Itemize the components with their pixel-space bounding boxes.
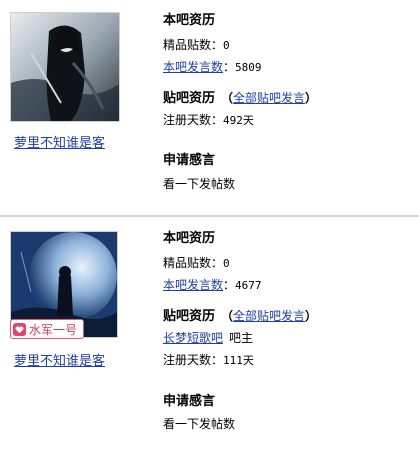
post-count-colon: ： (223, 278, 236, 292)
all-posts-link[interactable]: 全部贴吧发言 (233, 309, 305, 323)
applicant-card: 萝里不知谁是客 本吧资历 精品贴数：0 本吧发言数：5809 贴吧资历 （全部贴吧… (0, 0, 419, 214)
elite-count-label: 精品贴数： (163, 38, 224, 52)
avatar-image (11, 13, 119, 121)
post-count-value: 5809 (235, 61, 262, 74)
elite-count-label: 精品贴数： (163, 256, 224, 270)
apply-text: 看一下发帖数 (163, 177, 236, 191)
divider (0, 215, 419, 217)
apply-title: 申请感言 (163, 394, 216, 409)
reg-days-row: 注册天数：492天 (163, 112, 254, 129)
paren-close: ） (305, 91, 318, 105)
paren-open: （ (221, 91, 234, 105)
post-count-link[interactable]: 本吧发言数 (163, 60, 223, 74)
bar-role-row: 长梦短歌吧 吧主 (163, 330, 253, 346)
tieba-history-row: 贴吧资历 （全部贴吧发言） (163, 90, 317, 107)
badge-text: 水军一号 (29, 322, 78, 337)
elite-count-row: 精品贴数：0 (163, 37, 230, 54)
reg-days-value: 111天 (223, 354, 254, 367)
applicant-card: 水军一号 萝里不知谁是客 本吧资历 精品贴数：0 本吧发言数：4677 贴吧资历… (0, 218, 419, 454)
username-link[interactable]: 萝里不知谁是客 (14, 132, 105, 151)
reg-days-row: 注册天数：111天 (163, 352, 254, 369)
reg-days-value: 492天 (223, 114, 254, 127)
reg-days-label: 注册天数： (163, 353, 224, 367)
level-badge: 水军一号 (10, 319, 85, 339)
paren-open: （ (221, 309, 234, 323)
all-posts-link[interactable]: 全部贴吧发言 (233, 91, 305, 105)
avatar[interactable] (10, 12, 120, 122)
username-link[interactable]: 萝里不知谁是客 (14, 350, 105, 369)
post-count-value: 4677 (235, 279, 262, 292)
local-history-title: 本吧资历 (163, 231, 216, 246)
tieba-history-title: 贴吧资历 (163, 91, 216, 106)
tieba-history-row: 贴吧资历 （全部贴吧发言） (163, 308, 317, 325)
post-count-row: 本吧发言数：4677 (163, 277, 262, 294)
tieba-history-title: 贴吧资历 (163, 309, 216, 324)
post-count-colon: ： (223, 60, 236, 74)
paren-close: ） (305, 309, 318, 323)
post-count-row: 本吧发言数：5809 (163, 59, 262, 76)
bar-role: 吧主 (229, 331, 254, 345)
elite-count-value: 0 (223, 39, 230, 52)
apply-text: 看一下发帖数 (163, 417, 236, 431)
elite-count-value: 0 (223, 257, 230, 270)
local-history-title: 本吧资历 (163, 13, 216, 28)
elite-count-row: 精品贴数：0 (163, 255, 230, 272)
post-count-link[interactable]: 本吧发言数 (163, 278, 223, 292)
apply-title: 申请感言 (163, 153, 216, 168)
bar-link[interactable]: 长梦短歌吧 (163, 331, 223, 345)
heart-icon (13, 322, 26, 336)
reg-days-label: 注册天数： (163, 113, 224, 127)
